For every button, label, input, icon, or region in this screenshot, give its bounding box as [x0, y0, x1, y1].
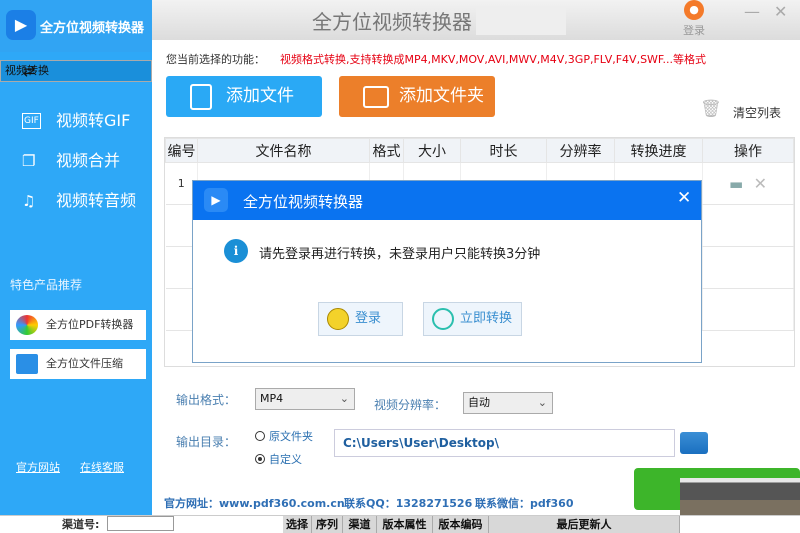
- radio-original-folder[interactable]: 原文件夹: [255, 428, 313, 444]
- resolution-value: 自动: [468, 396, 490, 409]
- remove-icon[interactable]: ✕: [754, 174, 767, 193]
- title-bar: 全方位视频转换器 ● 登录 — ✕: [152, 0, 800, 40]
- folder-icon: [363, 86, 389, 108]
- promo-pdf-converter[interactable]: 全方位PDF转换器: [10, 310, 146, 340]
- output-dir-label: 输出目录：: [176, 435, 237, 449]
- footer-site: 官方网址：www.pdf360.com.cn: [164, 497, 345, 510]
- dialog-close-button[interactable]: ✕: [677, 188, 691, 208]
- dialog-message: 请先登录再进行转换，未登录用户只能转换3分钟: [259, 247, 541, 262]
- sidebar-item-label: 视频转音频: [56, 191, 137, 210]
- gif-icon: GIF: [22, 113, 41, 129]
- radio-label: 自定义: [269, 453, 302, 466]
- function-description: 视频格式转换,支持转换成MP4,MKV,MOV,AVI,MWV,M4V,3GP,…: [280, 53, 706, 66]
- app-logo-icon: ▶: [6, 10, 36, 40]
- radio-dot: [255, 454, 265, 464]
- function-label: 您当前选择的功能：: [166, 53, 265, 66]
- chevron-down-icon: ⌄: [537, 396, 547, 409]
- footer-wechat: 联系微信：pdf360: [475, 497, 574, 510]
- login-dialog: ▶ 全方位视频转换器 ✕ i 请先登录再进行转换，未登录用户只能转换3分钟 登录…: [192, 180, 702, 363]
- promo-title: 特色产品推荐: [10, 278, 83, 292]
- music-icon: ♫: [22, 192, 36, 210]
- minimize-button[interactable]: —: [744, 2, 760, 21]
- radio-dot: [255, 431, 265, 441]
- dialog-login-label: 登录: [355, 311, 382, 326]
- col-resolution: 分辨率: [546, 138, 615, 163]
- table-header-row: 编号 文件名称 格式 大小 时长 分辨率 转换进度 操作: [165, 138, 794, 163]
- bottom-col-channel: 渠道: [343, 516, 377, 533]
- radio-label: 原文件夹: [269, 430, 313, 443]
- convert-icon: ⇄: [23, 62, 36, 80]
- window-title: 全方位视频转换器: [312, 10, 472, 34]
- info-icon: i: [224, 239, 248, 263]
- add-file-button[interactable]: 添加文件: [166, 76, 322, 117]
- footer-qq: 联系QQ：1328271526: [344, 497, 473, 510]
- app-logo-icon: ▶: [204, 188, 228, 212]
- open-folder-icon[interactable]: ▬: [729, 175, 743, 193]
- promo-label: 全方位PDF转换器: [46, 318, 134, 331]
- bottom-col-code: 版本编码: [433, 516, 489, 533]
- sidebar-item-video-merge[interactable]: ❐ 视频合并: [0, 140, 152, 182]
- merge-icon: ❐: [22, 152, 36, 170]
- online-support-link[interactable]: 在线客服: [80, 459, 124, 475]
- refresh-icon: [432, 308, 454, 330]
- output-format-value: MP4: [260, 392, 284, 405]
- clear-list-button[interactable]: 清空列表: [733, 104, 781, 121]
- official-site-link[interactable]: 官方网站: [16, 459, 60, 475]
- output-format-select[interactable]: MP4 ⌄: [255, 388, 355, 410]
- promo-label: 全方位文件压缩: [46, 357, 123, 370]
- login-button[interactable]: ● 登录: [680, 0, 708, 38]
- resolution-select[interactable]: 自动 ⌄: [463, 392, 553, 414]
- sidebar-item-label: 视频合并: [56, 151, 121, 170]
- compress-folder-icon: [16, 354, 38, 374]
- chevron-down-icon: ⌄: [339, 392, 349, 405]
- sidebar-item-label: 视频转GIF: [56, 111, 131, 130]
- sidebar-item-video-gif[interactable]: GIF 视频转GIF: [0, 100, 152, 142]
- sidebar: ▶ 全方位视频转换器 ⇄ 视频转换 GIF 视频转GIF ❐ 视频合并 ♫ 视频转音频 …: [0, 0, 152, 515]
- resolution-label: 视频分辨率：: [374, 398, 447, 412]
- close-button[interactable]: ✕: [774, 2, 787, 21]
- add-folder-button[interactable]: 添加文件夹: [339, 76, 495, 117]
- col-duration: 时长: [460, 138, 547, 163]
- col-size: 大小: [403, 138, 461, 163]
- pdf-converter-icon: [16, 315, 38, 335]
- user-icon: [327, 308, 349, 330]
- file-icon: [190, 84, 212, 110]
- radio-custom[interactable]: 自定义: [255, 451, 302, 467]
- col-format: 格式: [369, 138, 404, 163]
- dialog-login-button[interactable]: 登录: [318, 302, 403, 336]
- logo-area: ▶ 全方位视频转换器: [0, 0, 152, 52]
- trash-icon[interactable]: 🗑: [700, 99, 722, 119]
- browse-folder-icon[interactable]: [680, 432, 708, 454]
- add-folder-label: 添加文件夹: [399, 86, 484, 106]
- dialog-title: 全方位视频转换器: [243, 193, 364, 211]
- bottom-col-updater: 最后更新人: [489, 516, 680, 533]
- convert-now-button[interactable]: 立即转换: [423, 302, 522, 336]
- add-file-label: 添加文件: [226, 86, 294, 106]
- output-path-input[interactable]: C:\Users\User\Desktop\: [334, 429, 675, 457]
- promo-file-compress[interactable]: 全方位文件压缩: [10, 349, 146, 379]
- bottom-col-select: 选择: [283, 516, 312, 533]
- col-filename: 文件名称: [197, 138, 370, 163]
- channel-label: 渠道号:: [62, 518, 100, 531]
- bottom-col-seq: 序列: [312, 516, 343, 533]
- col-index: 编号: [165, 138, 198, 163]
- col-actions: 操作: [702, 138, 794, 163]
- title-blank: [476, 7, 566, 35]
- app-name: 全方位视频转换器: [40, 21, 145, 36]
- convert-now-label: 立即转换: [460, 311, 513, 326]
- sidebar-item-video-convert[interactable]: ⇄ 视频转换: [0, 60, 152, 82]
- output-format-label: 输出格式：: [176, 393, 237, 407]
- sidebar-item-video-audio[interactable]: ♫ 视频转音频: [0, 180, 152, 222]
- user-icon: ●: [684, 0, 704, 20]
- dialog-header: ▶ 全方位视频转换器 ✕: [193, 181, 701, 220]
- col-progress: 转换进度: [614, 138, 703, 163]
- channel-input[interactable]: [107, 516, 174, 531]
- bottom-col-attr: 版本属性: [377, 516, 433, 533]
- login-label: 登录: [683, 24, 705, 37]
